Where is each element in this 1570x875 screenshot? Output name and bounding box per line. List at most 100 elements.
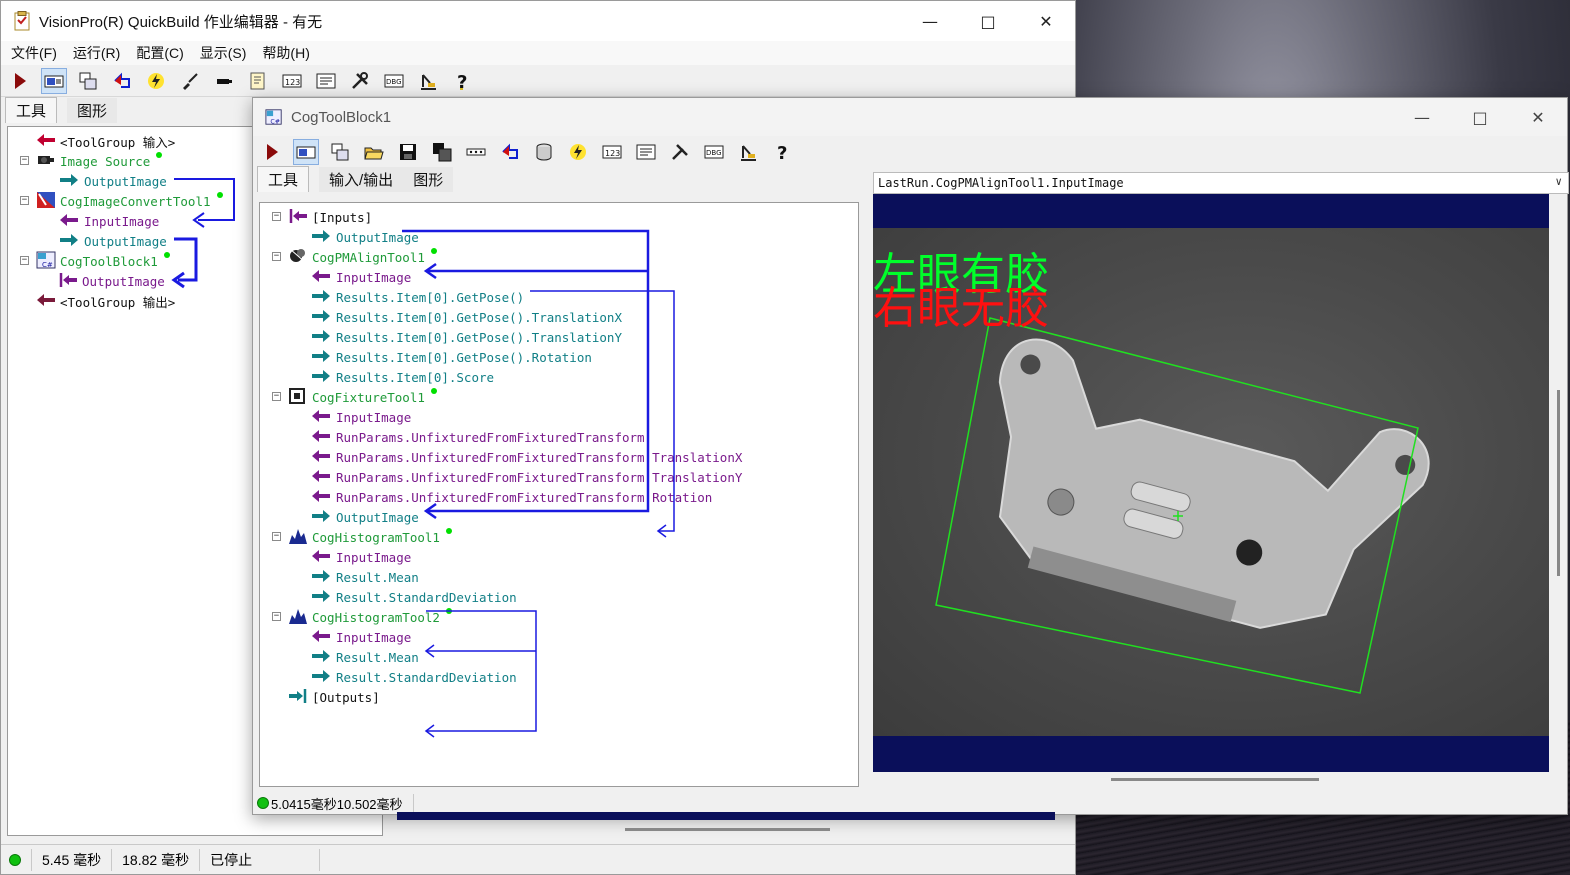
tb-dots-button[interactable] — [463, 139, 489, 165]
tb-tree-input-image[interactable]: InputImage — [310, 267, 411, 287]
electric-button[interactable] — [143, 68, 169, 94]
minimize-button[interactable]: — — [901, 1, 959, 41]
image-selector-dropdown[interactable]: LastRun.CogPMAlignTool1.InputImage ∨ — [873, 172, 1569, 194]
menu-file[interactable]: 文件(F) — [5, 43, 63, 63]
tb-tree-output-image[interactable]: OutputImage — [310, 507, 419, 527]
menu-run[interactable]: 运行(R) — [67, 43, 126, 63]
main-hscroll[interactable] — [625, 828, 830, 831]
tb-windows-button[interactable] — [327, 139, 353, 165]
tb-tree-rotation[interactable]: Results.Item[0].GetPose().Rotation — [310, 347, 592, 367]
collapse-toggle[interactable]: − — [272, 532, 281, 541]
tb-tree-score[interactable]: Results.Item[0].Score — [310, 367, 494, 387]
connector-button[interactable] — [211, 68, 237, 94]
tb-tree-unfixtured-transform[interactable]: RunParams.UnfixturedFromFixturedTransfor… — [310, 427, 645, 447]
collapse-toggle[interactable]: − — [272, 252, 281, 261]
tb-tree-input-image[interactable]: InputImage — [310, 407, 411, 427]
reset-button[interactable] — [109, 68, 135, 94]
floating-windows-button[interactable] — [75, 68, 101, 94]
tb-display-button[interactable] — [293, 139, 319, 165]
input-arrow-icon — [310, 489, 332, 506]
tb-help-button[interactable]: ? — [769, 139, 795, 165]
tb-reset-button[interactable] — [497, 139, 523, 165]
tree-output-image[interactable]: OutputImage — [58, 271, 165, 291]
tb-debug-button[interactable]: DBG — [701, 139, 727, 165]
tb-close-button[interactable]: ✕ — [1509, 98, 1567, 136]
tb-tab-graphics[interactable]: 图形 — [403, 167, 454, 192]
show-tools-button[interactable] — [41, 67, 67, 94]
tree-toolgroup-input[interactable]: <ToolGroup 输入> — [36, 131, 175, 151]
tb-tree-fixture[interactable]: − CogFixtureTool1 — [272, 387, 437, 407]
tree-image-source[interactable]: − Image Source — [20, 151, 163, 171]
tb-terminal-button[interactable] — [633, 139, 659, 165]
tb-tree-unfixtured-rot[interactable]: RunParams.UnfixturedFromFixturedTransfor… — [310, 487, 712, 507]
output-arrow-icon — [58, 233, 80, 250]
tb-maximize-button[interactable]: □ — [1451, 98, 1509, 136]
image-display[interactable]: 左眼有胶 右眼无胶 — [873, 194, 1549, 781]
tb-tree-stddev[interactable]: Result.StandardDeviation — [310, 667, 517, 687]
tb-tab-tools[interactable]: 工具 — [257, 166, 310, 192]
tb-saveas-button[interactable] — [429, 139, 455, 165]
tb-save-button[interactable] — [395, 139, 421, 165]
tb-tab-io[interactable]: 输入/输出 — [319, 167, 404, 192]
tools-button[interactable] — [347, 68, 373, 94]
run-button[interactable] — [7, 68, 33, 94]
input-arrow-icon — [310, 469, 332, 486]
debug-button[interactable]: DBG — [381, 68, 407, 94]
tb-numeric-button[interactable]: 123 — [599, 139, 625, 165]
numeric-button[interactable]: 123 — [279, 68, 305, 94]
collapse-toggle[interactable]: − — [272, 392, 281, 401]
collapse-toggle[interactable]: − — [20, 156, 29, 165]
terminal-button[interactable] — [313, 68, 339, 94]
image-hscroll[interactable] — [1111, 778, 1319, 781]
tree-input-image[interactable]: InputImage — [58, 211, 159, 231]
tb-tree-translationx[interactable]: Results.Item[0].GetPose().TranslationX — [310, 307, 622, 327]
menu-help[interactable]: 帮助(H) — [256, 43, 315, 63]
tab-tools[interactable]: 工具 — [5, 97, 58, 123]
tb-tree-pmalign[interactable]: − CogPMAlignTool1 — [272, 247, 437, 267]
tree-output-image[interactable]: OutputImage — [58, 171, 167, 191]
collapse-toggle[interactable]: − — [272, 612, 281, 621]
tree-toolgroup-output[interactable]: <ToolGroup 输出> — [36, 291, 175, 311]
collapse-toggle[interactable]: − — [20, 256, 29, 265]
tree-toolblock[interactable]: − C# CogToolBlock1 — [20, 251, 170, 271]
tb-tree-unfixtured-ty[interactable]: RunParams.UnfixturedFromFixturedTransfor… — [310, 467, 742, 487]
svg-text:?: ? — [777, 143, 787, 162]
tree-image-convert[interactable]: − CogImageConvertTool1 — [20, 191, 223, 211]
tb-tree-unfixtured-tx[interactable]: RunParams.UnfixturedFromFixturedTransfor… — [310, 447, 742, 467]
tb-electric-button[interactable] — [565, 139, 591, 165]
tb-tree-input-image[interactable]: InputImage — [310, 627, 411, 647]
tree-output-image[interactable]: OutputImage — [58, 231, 167, 251]
measure-button[interactable] — [415, 68, 441, 94]
tb-tree-mean[interactable]: Result.Mean — [310, 647, 419, 667]
image-vscroll[interactable] — [1557, 390, 1560, 576]
close-button[interactable]: ✕ — [1017, 1, 1075, 41]
edit-button[interactable] — [245, 68, 271, 94]
chevron-down-icon[interactable]: ∨ — [1555, 175, 1562, 188]
menu-config[interactable]: 配置(C) — [130, 43, 189, 63]
tb-database-button[interactable] — [531, 139, 557, 165]
tb-tools-button[interactable] — [667, 139, 693, 165]
maximize-button[interactable]: □ — [959, 1, 1017, 41]
tb-tree-input-image[interactable]: InputImage — [310, 547, 411, 567]
tb-tree-inputs[interactable]: − [Inputs] — [272, 207, 372, 227]
tb-tree-translationy[interactable]: Results.Item[0].GetPose().TranslationY — [310, 327, 622, 347]
tb-run-button[interactable] — [259, 139, 285, 165]
tb-tree-histogram2[interactable]: − CogHistogramTool2 — [272, 607, 452, 627]
menu-view[interactable]: 显示(S) — [194, 43, 253, 63]
collapse-toggle[interactable]: − — [20, 196, 29, 205]
tb-tree-stddev[interactable]: Result.StandardDeviation — [310, 587, 517, 607]
tb-tree-output-image[interactable]: OutputImage — [310, 227, 419, 247]
tb-tree-getpose[interactable]: Results.Item[0].GetPose() — [310, 287, 524, 307]
tb-minimize-button[interactable]: — — [1393, 98, 1451, 136]
brush-button[interactable] — [177, 68, 203, 94]
tb-measure-button[interactable] — [735, 139, 761, 165]
input-arrow-icon — [310, 629, 332, 646]
help-button[interactable]: ? — [449, 68, 475, 94]
tb-tree-mean[interactable]: Result.Mean — [310, 567, 419, 587]
title-bar: VisionPro(R) QuickBuild 作业编辑器 - 有无 — □ ✕ — [1, 1, 1075, 41]
collapse-toggle[interactable]: − — [272, 212, 281, 221]
tab-graphics[interactable]: 图形 — [67, 98, 118, 123]
tb-tree-outputs[interactable]: [Outputs] — [288, 687, 380, 707]
tb-tree-histogram1[interactable]: − CogHistogramTool1 — [272, 527, 452, 547]
tb-open-button[interactable] — [361, 139, 387, 165]
